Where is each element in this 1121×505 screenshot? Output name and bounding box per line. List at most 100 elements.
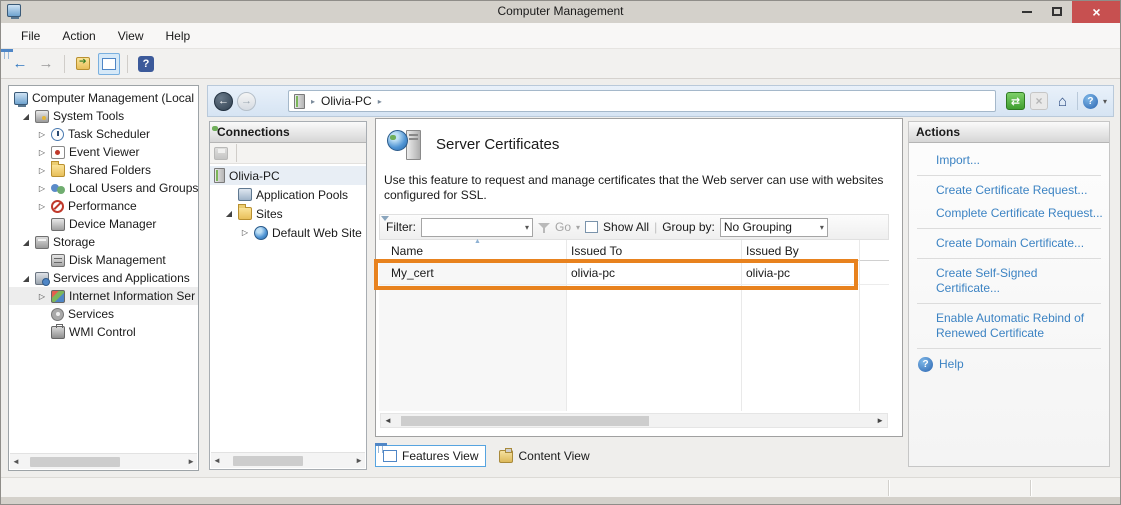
home-button[interactable]: ⌂ — [1053, 92, 1072, 110]
tree-item-shared-folders[interactable]: ▷ Shared Folders — [9, 161, 198, 179]
task-scheduler-icon — [51, 128, 64, 141]
expander-expanded-icon[interactable]: ◢ — [21, 274, 31, 283]
refresh-button[interactable]: ⇄ — [1006, 92, 1025, 110]
column-header-issued-by[interactable]: Issued By — [746, 244, 799, 258]
expander-expanded-icon[interactable]: ◢ — [224, 209, 234, 218]
tree-item-task-scheduler[interactable]: ▷ Task Scheduler — [9, 125, 198, 143]
stop-button[interactable]: × — [1030, 92, 1048, 110]
expander-expanded-icon[interactable]: ◢ — [21, 238, 31, 247]
tree-item-system-tools[interactable]: ◢ System Tools — [9, 107, 198, 125]
server-icon — [294, 94, 305, 109]
show-console-tree-button[interactable] — [98, 53, 120, 75]
column-header-name[interactable]: Name — [391, 244, 423, 258]
chevron-down-icon[interactable]: ▾ — [525, 223, 529, 232]
tree-item-label: Device Manager — [69, 217, 156, 231]
scrollbar-thumb[interactable] — [30, 457, 120, 467]
tab-features-view[interactable]: Features View — [375, 445, 486, 467]
tree-item-label: Olivia-PC — [229, 169, 280, 183]
help-button[interactable]: ? — [135, 53, 157, 75]
tree-item-label: Disk Management — [69, 253, 166, 267]
tree-item-device-manager[interactable]: Device Manager — [9, 215, 198, 233]
table-hscrollbar[interactable]: ◄ ► — [380, 413, 888, 428]
tab-content-view[interactable]: Content View — [492, 446, 596, 466]
nav-back-button[interactable]: ← — [214, 92, 233, 111]
breadcrumb-item-server[interactable]: Olivia-PC — [321, 94, 372, 108]
expander-collapsed-icon[interactable]: ▷ — [37, 202, 47, 211]
go-funnel-icon — [538, 222, 550, 233]
connections-item-server[interactable]: Olivia-PC — [210, 166, 366, 185]
chevron-down-icon[interactable]: ▾ — [820, 223, 824, 232]
column-header-issued-to[interactable]: Issued To — [571, 244, 622, 258]
connections-item-default-web-site[interactable]: ▷ Default Web Site — [210, 223, 366, 242]
tree-item-services[interactable]: Services — [9, 305, 198, 323]
scrollbar-thumb[interactable] — [233, 456, 303, 466]
expander-collapsed-icon[interactable]: ▷ — [37, 148, 47, 157]
tree-item-computer-management[interactable]: Computer Management (Local — [9, 89, 198, 107]
menu-file[interactable]: File — [11, 25, 50, 47]
maximize-button[interactable] — [1042, 0, 1072, 23]
action-create-domain-certificate[interactable]: Create Domain Certificate... — [915, 232, 1103, 255]
server-certificates-icon — [387, 128, 423, 164]
expander-collapsed-icon[interactable]: ▷ — [37, 292, 47, 301]
scroll-left-icon[interactable]: ◄ — [213, 456, 221, 465]
action-create-certificate-request[interactable]: Create Certificate Request... — [915, 179, 1103, 202]
tree-item-iis[interactable]: ▷ Internet Information Ser — [9, 287, 198, 305]
forward-button[interactable]: → — [35, 53, 57, 75]
show-all-button[interactable]: Show All — [603, 220, 649, 234]
forward-icon: → — [39, 55, 54, 72]
action-create-self-signed-certificate[interactable]: Create Self-Signed Certificate... — [915, 262, 1103, 300]
menu-action[interactable]: Action — [52, 25, 105, 47]
filter-input[interactable]: ▾ — [421, 218, 533, 237]
go-button[interactable]: Go — [555, 220, 571, 234]
menu-help[interactable]: Help — [156, 25, 201, 47]
tree-item-storage[interactable]: ◢ Storage — [9, 233, 198, 251]
tree-item-label: System Tools — [53, 109, 124, 123]
scroll-right-icon[interactable]: ► — [355, 456, 363, 465]
action-enable-automatic-rebind[interactable]: Enable Automatic Rebind of Renewed Certi… — [915, 307, 1090, 345]
web-site-globe-icon — [254, 226, 268, 240]
action-help[interactable]: ? Help — [915, 352, 1103, 372]
back-button[interactable]: ← — [9, 53, 31, 75]
maximize-icon — [1052, 7, 1062, 16]
help-dropdown-caret-icon[interactable]: ▾ — [1103, 97, 1107, 106]
expander-collapsed-icon[interactable]: ▷ — [37, 166, 47, 175]
scroll-left-icon[interactable]: ◄ — [12, 457, 20, 466]
minimize-button[interactable] — [1012, 0, 1042, 23]
nav-forward-button[interactable]: → — [237, 92, 256, 111]
close-button[interactable]: × — [1072, 0, 1121, 23]
console-tree-hscrollbar[interactable]: ◄ ► — [10, 453, 197, 469]
console-window-icon — [102, 58, 116, 70]
scrollbar-thumb[interactable] — [401, 416, 649, 426]
group-by-select[interactable]: No Grouping ▾ — [720, 218, 828, 237]
action-complete-certificate-request[interactable]: Complete Certificate Request... — [915, 202, 1103, 225]
scroll-right-icon[interactable]: ► — [187, 457, 195, 466]
group-by-label: Group by: — [662, 220, 715, 234]
tree-item-label: Computer Management (Local — [32, 91, 194, 105]
connections-item-application-pools[interactable]: Application Pools — [210, 185, 366, 204]
expander-expanded-icon[interactable]: ◢ — [21, 112, 31, 121]
tree-item-local-users-groups[interactable]: ▷ Local Users and Groups — [9, 179, 198, 197]
tree-item-event-viewer[interactable]: ▷ Event Viewer — [9, 143, 198, 161]
breadcrumb[interactable]: ▸ Olivia-PC ▸ — [288, 90, 996, 112]
export-list-button[interactable] — [72, 53, 94, 75]
expander-collapsed-icon[interactable]: ▷ — [37, 130, 47, 139]
title-bar: Computer Management — [0, 0, 1121, 23]
tree-item-performance[interactable]: ▷ Performance — [9, 197, 198, 215]
scroll-left-icon[interactable]: ◄ — [384, 416, 392, 425]
tree-item-services-applications[interactable]: ◢ Services and Applications — [9, 269, 198, 287]
connections-hscrollbar[interactable]: ◄ ► — [211, 452, 365, 468]
expander-collapsed-icon[interactable]: ▷ — [240, 228, 250, 237]
expander-collapsed-icon[interactable]: ▷ — [37, 184, 47, 193]
tree-item-disk-management[interactable]: Disk Management — [9, 251, 198, 269]
connections-item-sites[interactable]: ◢ Sites — [210, 204, 366, 223]
save-connections-icon[interactable] — [214, 147, 228, 160]
iis-help-button[interactable]: ? — [1083, 94, 1098, 109]
action-import[interactable]: Import... — [915, 149, 1103, 172]
toolbar-separator — [64, 55, 65, 73]
menu-view[interactable]: View — [108, 25, 154, 47]
go-dropdown-caret-icon[interactable]: ▾ — [576, 223, 580, 232]
scroll-right-icon[interactable]: ► — [876, 416, 884, 425]
menu-bar: File Action View Help — [1, 23, 1120, 49]
tree-item-wmi-control[interactable]: WMI Control — [9, 323, 198, 341]
features-view-icon — [383, 450, 397, 462]
